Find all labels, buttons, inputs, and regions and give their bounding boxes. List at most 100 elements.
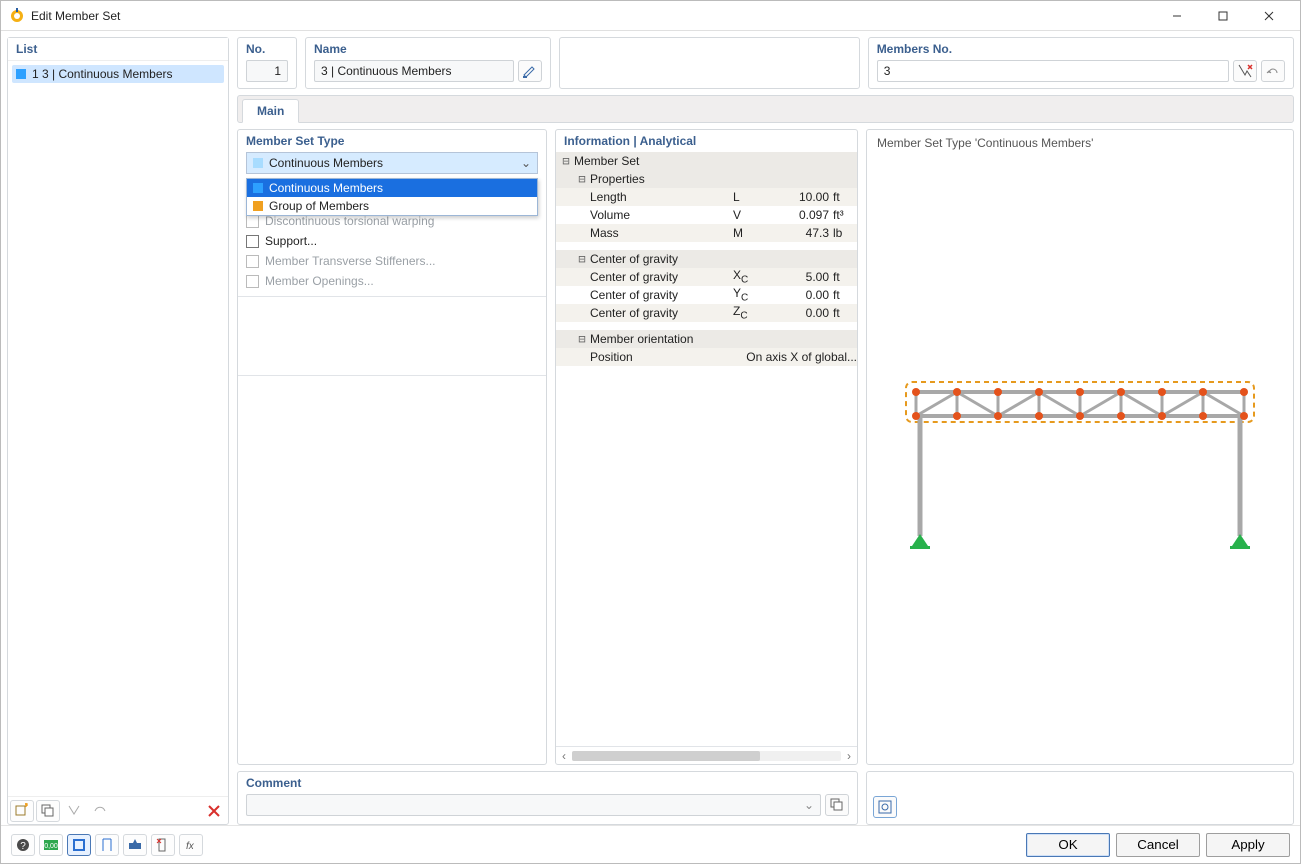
help-button[interactable]: ?: [11, 834, 35, 856]
list-toolbar: [8, 796, 228, 824]
check-label: Discontinuous torsional warping: [265, 214, 434, 228]
prop-mass: MassM47.3lb: [556, 224, 857, 242]
tab-main-label: Main: [257, 104, 284, 118]
tree-label: Properties: [590, 172, 857, 186]
dropdown-option-label: Continuous Members: [269, 181, 383, 195]
svg-text:?: ?: [20, 841, 26, 852]
members-field[interactable]: 3: [877, 60, 1229, 82]
collapse-icon[interactable]: ⊟: [576, 172, 588, 186]
preview-structure-icon: [900, 376, 1260, 576]
list-tree[interactable]: 1 3 | Continuous Members: [8, 61, 228, 796]
checkbox-icon: [246, 275, 259, 288]
type-subpanel-1: [238, 296, 546, 375]
comment-row: Comment ⌄: [237, 771, 1294, 825]
checkbox-icon: [246, 235, 259, 248]
maximize-button[interactable]: [1200, 2, 1246, 30]
type-subpanel-2: [238, 375, 546, 764]
scroll-left-icon[interactable]: ‹: [556, 749, 572, 763]
footer-btn-3[interactable]: [67, 834, 91, 856]
cancel-button[interactable]: Cancel: [1116, 833, 1200, 857]
svg-text:0,00: 0,00: [44, 843, 58, 850]
check-member-openings: Member Openings...: [246, 274, 538, 288]
group-no: No. 1: [237, 37, 297, 89]
app-icon: [9, 8, 25, 24]
toolbar-btn-4[interactable]: [88, 800, 112, 822]
check-support[interactable]: Support...: [246, 234, 538, 248]
info-tree[interactable]: ⊟Member Set ⊟Properties LengthL10.00ft V…: [556, 152, 857, 746]
type-panel: Member Set Type Continuous Members ⌄ Con…: [237, 129, 547, 765]
tree-label: Member orientation: [590, 332, 857, 346]
check-transverse-stiffeners: Member Transverse Stiffeners...: [246, 254, 538, 268]
footer-btn-4[interactable]: [95, 834, 119, 856]
minimize-button[interactable]: [1154, 2, 1200, 30]
cancel-label: Cancel: [1137, 837, 1179, 852]
footer-btn-6[interactable]: [151, 834, 175, 856]
color-chip-icon: [253, 158, 263, 168]
collapse-icon[interactable]: ⊟: [576, 252, 588, 266]
reverse-members-button[interactable]: [1261, 60, 1285, 82]
prop-cog-z: Center of gravityZC0.00ft: [556, 304, 857, 322]
new-item-button[interactable]: [10, 800, 34, 822]
name-field[interactable]: 3 | Continuous Members: [314, 60, 514, 82]
group-members: Members No. 3: [868, 37, 1294, 89]
scroll-thumb[interactable]: [572, 751, 760, 761]
ok-button[interactable]: OK: [1026, 833, 1110, 857]
list-pane: List 1 3 | Continuous Members: [7, 37, 229, 825]
delete-item-button[interactable]: [202, 800, 226, 822]
group-name: Name 3 | Continuous Members: [305, 37, 551, 89]
copy-item-button[interactable]: [36, 800, 60, 822]
prop-cog-x: Center of gravityXC5.00ft: [556, 268, 857, 286]
footer-btn-5[interactable]: [123, 834, 147, 856]
view-settings-button[interactable]: [873, 796, 897, 818]
preview-title: Member Set Type 'Continuous Members': [867, 130, 1293, 156]
preview-panel: Member Set Type 'Continuous Members': [866, 129, 1294, 765]
no-field[interactable]: 1: [246, 60, 288, 82]
titlebar: Edit Member Set: [1, 1, 1300, 31]
list-header: List: [8, 38, 228, 61]
preview-area[interactable]: [867, 156, 1293, 764]
footer-btn-7[interactable]: fx: [179, 834, 203, 856]
no-value: 1: [274, 64, 281, 78]
close-button[interactable]: [1246, 2, 1292, 30]
dropdown-option-continuous[interactable]: Continuous Members: [247, 179, 537, 197]
apply-button[interactable]: Apply: [1206, 833, 1290, 857]
tree-label: Member Set: [574, 154, 857, 168]
tree-node-member-set[interactable]: ⊟Member Set: [556, 152, 857, 170]
comment-label: Comment: [246, 776, 849, 790]
comment-field[interactable]: ⌄: [246, 794, 821, 816]
footer-left-icons: ? 0,00 fx: [11, 834, 203, 856]
units-button[interactable]: 0,00: [39, 834, 63, 856]
edit-name-button[interactable]: [518, 60, 542, 82]
dialog-footer: ? 0,00 fx OK Cancel Apply: [1, 825, 1300, 863]
list-item-label: 1 3 | Continuous Members: [32, 67, 173, 81]
collapse-icon[interactable]: ⊟: [560, 154, 572, 168]
list-item[interactable]: 1 3 | Continuous Members: [12, 65, 224, 83]
scroll-right-icon[interactable]: ›: [841, 749, 857, 763]
toolbar-btn-3[interactable]: [62, 800, 86, 822]
check-label: Member Openings...: [265, 274, 374, 288]
tab-main[interactable]: Main: [242, 99, 299, 123]
info-panel: Information | Analytical ⊟Member Set ⊟Pr…: [555, 129, 858, 765]
name-value: 3 | Continuous Members: [321, 64, 452, 78]
tree-label: Center of gravity: [590, 252, 857, 266]
collapse-icon[interactable]: ⊟: [576, 332, 588, 346]
pick-members-button[interactable]: [1233, 60, 1257, 82]
window-title: Edit Member Set: [31, 9, 1154, 23]
tree-node-orientation[interactable]: ⊟Member orientation: [556, 330, 857, 348]
check-discontinuous-warping: Discontinuous torsional warping: [246, 214, 538, 228]
tree-node-properties[interactable]: ⊟Properties: [556, 170, 857, 188]
comment-library-button[interactable]: [825, 794, 849, 816]
type-combo[interactable]: Continuous Members ⌄: [246, 152, 538, 174]
preview-side-toolbar: [866, 771, 1294, 825]
prop-cog-y: Center of gravityYC0.00ft: [556, 286, 857, 304]
info-scrollbar[interactable]: ‹ ›: [556, 746, 857, 764]
dropdown-option-label: Group of Members: [269, 199, 369, 213]
tree-node-cog[interactable]: ⊟Center of gravity: [556, 250, 857, 268]
type-combo-value: Continuous Members: [269, 156, 383, 170]
dropdown-option-group[interactable]: Group of Members: [247, 197, 537, 215]
scroll-track[interactable]: [572, 751, 841, 761]
color-chip-icon: [253, 201, 263, 211]
color-chip-icon: [16, 69, 26, 79]
type-dropdown[interactable]: Continuous Members Group of Members: [246, 178, 538, 216]
members-value: 3: [884, 64, 891, 78]
